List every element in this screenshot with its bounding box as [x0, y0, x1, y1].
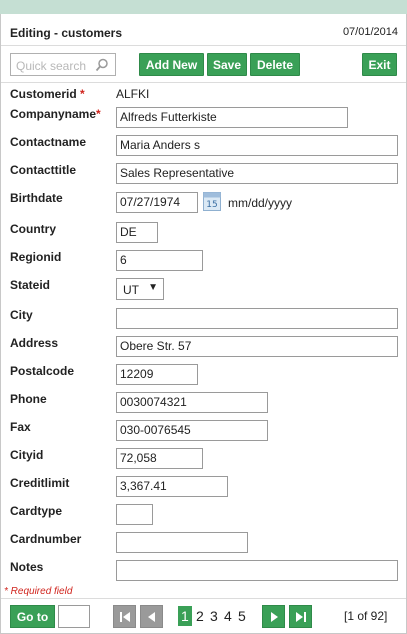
companyname-label: Companyname* [10, 107, 101, 121]
first-page-button[interactable] [113, 605, 136, 628]
stateid-select[interactable]: UT ▼ [116, 278, 164, 300]
stateid-label: Stateid [10, 278, 51, 292]
regionid-label: Regionid [10, 250, 62, 264]
exit-button[interactable]: Exit [362, 53, 397, 76]
required-field-note: * Required field [4, 586, 73, 597]
last-page-button[interactable] [289, 605, 312, 628]
city-label: City [10, 308, 33, 322]
first-page-icon [119, 611, 130, 622]
creditlimit-field[interactable]: 3,367.41 [116, 476, 228, 497]
fax-field[interactable]: 030-0076545 [116, 420, 268, 441]
contactname-field[interactable]: Maria Anders s [116, 135, 398, 156]
pager-divider [1, 598, 406, 599]
phone-label: Phone [10, 392, 47, 406]
search-input[interactable]: Quick search [10, 53, 116, 76]
page-link-3[interactable]: 3 [210, 608, 218, 624]
prev-page-icon [147, 611, 155, 622]
page-link-1[interactable]: 1 [178, 606, 192, 626]
stateid-value: UT [123, 283, 139, 297]
header-divider [1, 45, 406, 46]
notes-field[interactable] [116, 560, 398, 581]
phone-field[interactable]: 0030074321 [116, 392, 268, 413]
contactname-label: Contactname [10, 135, 87, 149]
prev-page-button[interactable] [140, 605, 163, 628]
delete-button[interactable]: Delete [250, 53, 300, 76]
required-marker: * [96, 107, 101, 121]
date-format-hint: mm/dd/yyyy [228, 196, 293, 210]
search-placeholder: Quick search [16, 59, 87, 73]
address-field[interactable]: Obere Str. 57 [116, 336, 398, 357]
calendar-day: 15 [206, 200, 217, 210]
top-accent-bar [0, 0, 407, 14]
required-marker: * [80, 87, 85, 101]
notes-label: Notes [10, 560, 44, 574]
customerid-value: ALFKI [116, 87, 150, 101]
country-field[interactable]: DE [116, 222, 158, 243]
go-to-page-input[interactable] [58, 605, 90, 628]
city-field[interactable] [116, 308, 398, 329]
regionid-field[interactable]: 6 [116, 250, 203, 271]
birthdate-label: Birthdate [10, 191, 63, 205]
contacttitle-field[interactable]: Sales Representative [116, 163, 398, 184]
page-title: Editing - customers [10, 26, 123, 40]
companyname-field[interactable]: Alfreds Futterkiste [116, 107, 348, 128]
search-icon[interactable] [95, 58, 109, 72]
page-link-4[interactable]: 4 [224, 608, 232, 624]
customerid-label: Customerid * [10, 87, 85, 101]
postalcode-field[interactable]: 12209 [116, 364, 198, 385]
chevron-down-icon: ▼ [148, 282, 158, 293]
page-link-5[interactable]: 5 [238, 608, 246, 624]
creditlimit-label: Creditlimit [10, 476, 70, 490]
page-link-2[interactable]: 2 [196, 608, 204, 624]
postalcode-label: Postalcode [10, 364, 75, 378]
next-page-icon [270, 611, 278, 622]
birthdate-field[interactable]: 07/27/1974 [116, 192, 198, 213]
cardtype-label: Cardtype [10, 504, 63, 518]
contacttitle-label: Contacttitle [10, 163, 76, 177]
next-page-button[interactable] [262, 605, 285, 628]
country-label: Country [10, 222, 56, 236]
save-button[interactable]: Save [207, 53, 247, 76]
last-page-icon [295, 611, 306, 622]
fax-label: Fax [10, 420, 31, 434]
address-label: Address [10, 336, 59, 350]
cityid-label: Cityid [10, 448, 44, 462]
cardnumber-label: Cardnumber [10, 532, 82, 546]
cardtype-field[interactable] [116, 504, 153, 525]
cityid-field[interactable]: 72,058 [116, 448, 203, 469]
go-to-button[interactable]: Go to [10, 605, 55, 628]
cardnumber-field[interactable] [116, 532, 248, 553]
add-new-button[interactable]: Add New [139, 53, 204, 76]
calendar-icon[interactable]: 15 [203, 192, 221, 211]
toolbar-divider [1, 82, 406, 83]
page-count-info: [1 of 92] [344, 609, 388, 623]
current-date: 07/01/2014 [342, 26, 398, 38]
